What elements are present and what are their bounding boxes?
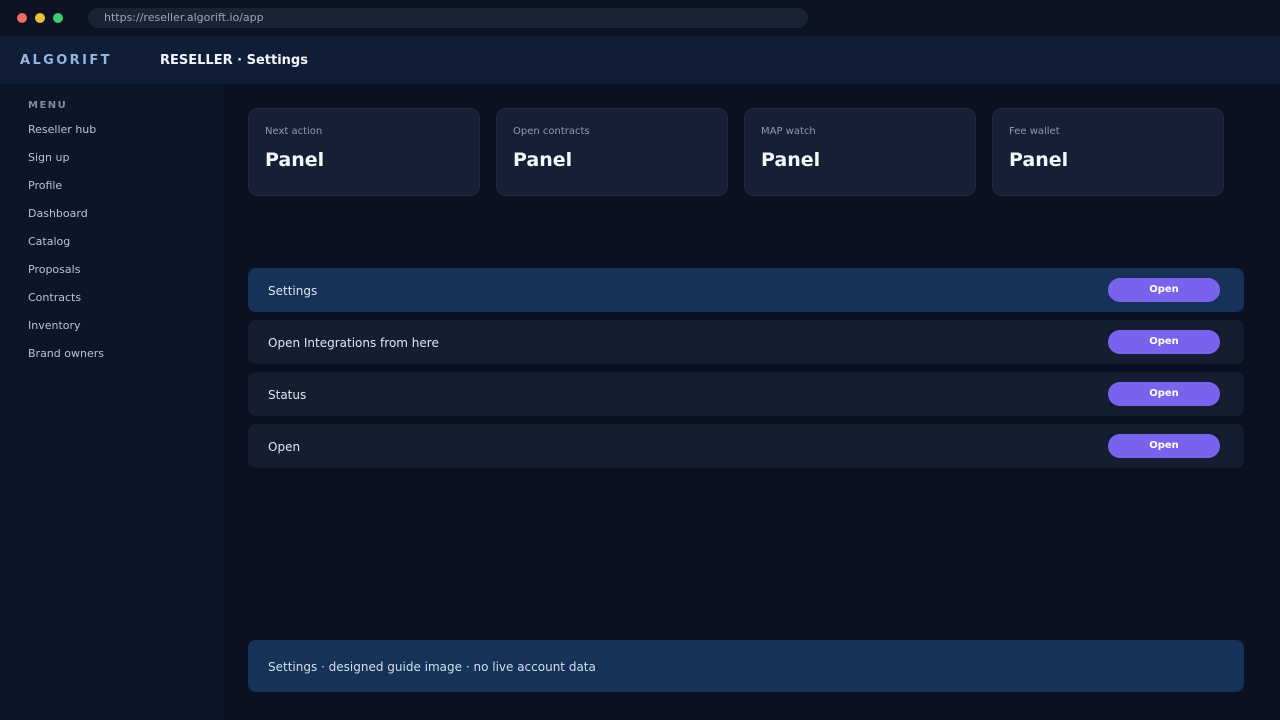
row-label: Open Integrations from here [268, 336, 439, 350]
sidebar-item-reseller-hub[interactable]: Reseller hub [28, 122, 104, 150]
main-content: Next action Panel Open contracts Panel M… [224, 84, 1280, 720]
row-label: Status [268, 388, 307, 402]
open-button[interactable]: Open [1108, 278, 1220, 302]
open-button[interactable]: Open [1108, 330, 1220, 354]
list-row-status[interactable]: Status Open [248, 372, 1244, 416]
sidebar-item-proposals[interactable]: Proposals [28, 262, 104, 290]
card-map-watch: MAP watch Panel [744, 108, 976, 196]
brand-logo[interactable]: ALGORIFT [20, 36, 112, 86]
card-label: MAP watch [761, 126, 816, 137]
list-row-settings[interactable]: Settings Open [248, 268, 1244, 312]
card-value: Panel [265, 149, 325, 171]
card-fee-wallet: Fee wallet Panel [992, 108, 1224, 196]
list-row-integrations[interactable]: Open Integrations from here Open [248, 320, 1244, 364]
sidebar-item-sign-up[interactable]: Sign up [28, 150, 104, 178]
card-label: Fee wallet [1009, 126, 1060, 137]
list-row-open[interactable]: Open Open [248, 424, 1244, 468]
row-label: Settings [268, 284, 318, 298]
address-bar[interactable]: https://reseller.algorift.io/app [88, 8, 808, 28]
minimize-window-dot[interactable] [35, 13, 45, 23]
sidebar-item-catalog[interactable]: Catalog [28, 234, 104, 262]
card-open-contracts: Open contracts Panel [496, 108, 728, 196]
card-label: Open contracts [513, 126, 590, 137]
open-button[interactable]: Open [1108, 434, 1220, 458]
app-header: ALGORIFT RESELLER · Settings [0, 36, 1280, 84]
sidebar-item-dashboard[interactable]: Dashboard [28, 206, 104, 234]
menu-heading: MENU [28, 100, 68, 111]
footer-note: Settings · designed guide image · no liv… [248, 640, 1244, 692]
sidebar-nav: Reseller hub Sign up Profile Dashboard C… [28, 122, 104, 374]
page-title: RESELLER · Settings [160, 53, 308, 68]
sidebar-item-contracts[interactable]: Contracts [28, 290, 104, 318]
row-label: Open [268, 440, 301, 454]
browser-chrome: https://reseller.algorift.io/app [0, 0, 1280, 36]
maximize-window-dot[interactable] [53, 13, 63, 23]
footer-note-text: Settings · designed guide image · no liv… [268, 660, 596, 674]
card-label: Next action [265, 126, 323, 137]
sidebar-item-profile[interactable]: Profile [28, 178, 104, 206]
card-value: Panel [761, 149, 821, 171]
sidebar-item-brand-owners[interactable]: Brand owners [28, 346, 104, 374]
card-value: Panel [1009, 149, 1069, 171]
card-next-action: Next action Panel [248, 108, 480, 196]
sidebar-item-inventory[interactable]: Inventory [28, 318, 104, 346]
card-value: Panel [513, 149, 573, 171]
sidebar: MENU Reseller hub Sign up Profile Dashbo… [0, 84, 224, 720]
close-window-dot[interactable] [17, 13, 27, 23]
open-button[interactable]: Open [1108, 382, 1220, 406]
